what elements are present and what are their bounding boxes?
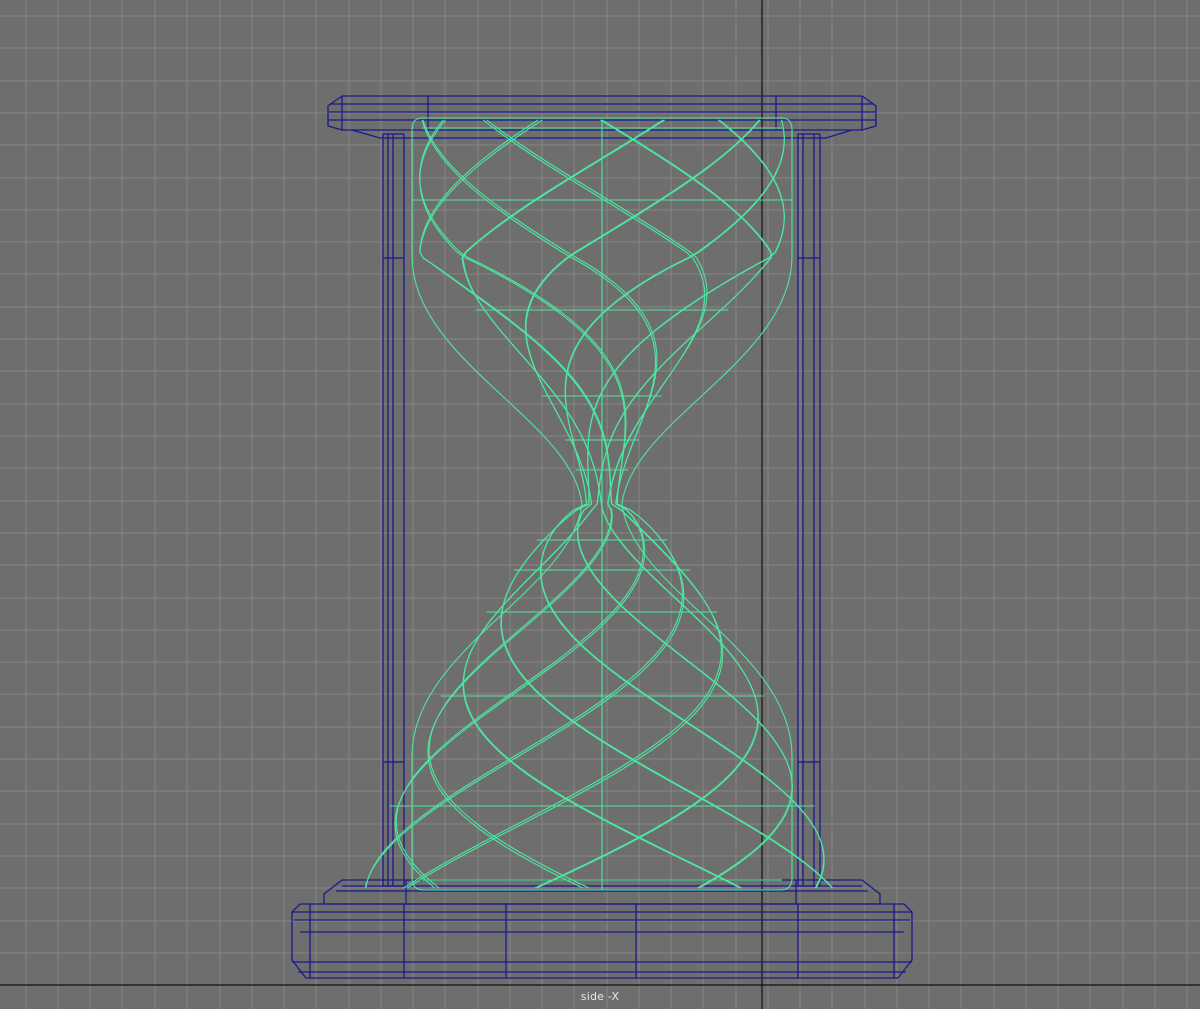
viewport-canvas[interactable] <box>0 0 1200 1009</box>
glass-twist-wire <box>428 119 708 889</box>
glass-twist-wire <box>500 119 834 889</box>
side-viewport[interactable]: side -X <box>0 0 1200 1009</box>
camera-name-label: side -X <box>580 990 620 1003</box>
glass-twist-wire <box>525 119 793 889</box>
glass-twist-wire <box>427 119 706 889</box>
glass-twist-wire <box>461 119 759 889</box>
glass-twist-wire <box>406 119 724 889</box>
base-block-outline <box>291 903 913 979</box>
glass-twist-wire <box>500 119 833 889</box>
glass-twist-wire <box>524 119 793 889</box>
glass-twist-wire <box>403 119 722 889</box>
hourglass-glass-wireframe[interactable] <box>364 117 834 891</box>
